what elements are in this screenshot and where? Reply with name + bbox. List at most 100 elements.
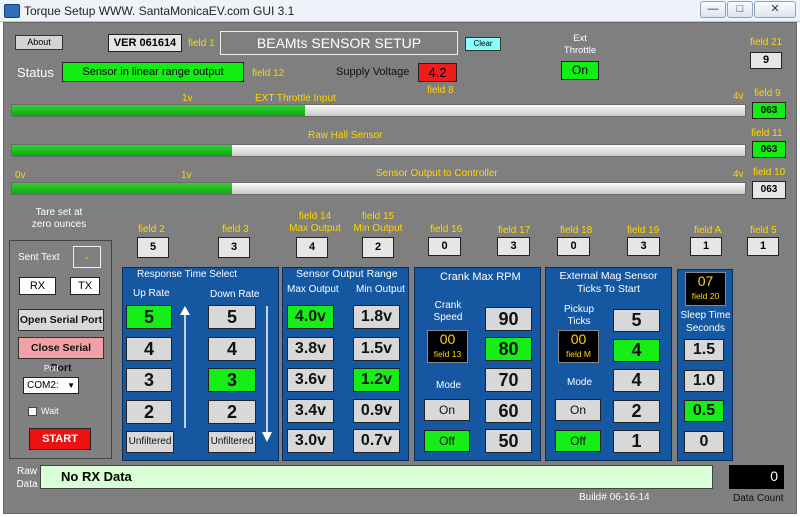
clear-button[interactable]: Clear [465, 37, 501, 51]
crank-speed-display: 00 field 13 [427, 330, 468, 363]
status-value: Sensor in linear range output [62, 62, 244, 82]
field3-value: 3 [218, 237, 250, 258]
crank-rpm-option[interactable]: 80 [485, 337, 532, 361]
max-output-option[interactable]: 4.0v [287, 305, 334, 329]
start-button[interactable]: START [29, 428, 91, 450]
raw-hall-bar-fill [12, 145, 232, 156]
field21-label: field 21 [750, 37, 783, 48]
min-output-label: Min Output [356, 284, 405, 295]
ext-throttle-toggle[interactable]: On [561, 61, 599, 80]
max-output-option[interactable]: 3.8v [287, 337, 334, 361]
down-rate-option[interactable]: 3 [208, 368, 256, 392]
fieldA-value: 1 [690, 237, 722, 256]
min-output-option[interactable]: 0.7v [353, 429, 400, 453]
sleep-time-option[interactable]: 1.0 [684, 370, 724, 392]
field19-value: 3 [627, 237, 660, 256]
tx-button[interactable]: TX [70, 277, 100, 295]
field18-value: 0 [557, 237, 590, 256]
ext-throttle-tick-1v: 1v [182, 93, 193, 104]
field3-label: field 3 [222, 224, 249, 235]
sleep-time-label: Sleep Time Seconds [680, 310, 731, 334]
crank-title: Crank Max RPM [440, 271, 521, 283]
crank-rpm-option[interactable]: 60 [485, 399, 532, 423]
crank-mode-off-button[interactable]: Off [424, 430, 470, 452]
open-serial-port-button[interactable]: Open Serial Port [18, 309, 104, 331]
down-rate-option[interactable]: 2 [208, 400, 256, 424]
sent-text-value: - [73, 246, 101, 268]
mag-mode-on-button[interactable]: On [555, 399, 601, 421]
supply-voltage-label: Supply Voltage [336, 66, 410, 78]
chevron-down-icon: ▼ [67, 381, 75, 390]
mag-ticks-option[interactable]: 1 [613, 430, 660, 453]
up-rate-option[interactable]: 2 [126, 400, 172, 424]
sleep-time-option[interactable]: 1.5 [684, 339, 724, 361]
crank-rpm-option[interactable]: 50 [485, 429, 532, 453]
minimize-button[interactable]: — [700, 1, 726, 18]
crank-rpm-option[interactable]: 90 [485, 307, 532, 331]
max-output-option[interactable]: 3.4v [287, 399, 334, 423]
sensor-output-tick-4v: 4v [733, 169, 744, 180]
up-rate-option[interactable]: 5 [126, 305, 172, 329]
version-box: VER 061614 [108, 34, 182, 52]
crank-rpm-option[interactable]: 70 [485, 368, 532, 392]
down-rate-option[interactable]: 5 [208, 305, 256, 329]
field15-value: 2 [362, 237, 394, 258]
mag-ticks-option[interactable]: 5 [613, 309, 660, 332]
field2-value: 5 [137, 237, 169, 258]
field16-label: field 16 [430, 224, 463, 235]
up-rate-option[interactable]: 4 [126, 337, 172, 361]
sensor-output-tick-1v: 1v [181, 170, 192, 181]
wait-checkbox[interactable] [28, 407, 37, 416]
min-output-option[interactable]: 1.5v [353, 337, 400, 361]
sleep-time-field: field 20 [691, 291, 720, 301]
pickup-ticks-field: field M [565, 349, 592, 359]
pickup-ticks-display: 00 field M [558, 330, 599, 363]
field19-label: field 19 [627, 225, 660, 236]
min-output-option[interactable]: 0.9v [353, 399, 400, 423]
page-title: BEAMts SENSOR SETUP [220, 31, 458, 55]
field17-value: 3 [497, 237, 530, 256]
close-serial-port-button[interactable]: Close Serial Port [18, 337, 104, 374]
tare-label: Tare set at zero ounces [31, 207, 87, 230]
pickup-ticks-value: 00 [570, 331, 587, 347]
up-rate-label: Up Rate [133, 288, 170, 299]
sleep-time-option[interactable]: 0.5 [684, 400, 724, 422]
down-unfiltered-button[interactable]: Unfiltered [208, 431, 256, 453]
max-output-option[interactable]: 3.0v [287, 429, 334, 453]
down-rate-option[interactable]: 4 [208, 337, 256, 361]
field14-value: 4 [296, 237, 328, 258]
mag-mode-off-button[interactable]: Off [555, 430, 601, 452]
sleep-time-value: 07 [697, 273, 714, 289]
field21-value: 9 [750, 52, 782, 69]
mag-ticks-option[interactable]: 2 [613, 400, 660, 423]
raw-hall-bar-title: Raw Hall Sensor [308, 130, 383, 141]
rx-button[interactable]: RX [19, 277, 56, 295]
port-select[interactable]: COM2: ▼ [23, 377, 79, 394]
window-title: Torque Setup WWW. SantaMonicaEV.com GUI … [24, 4, 295, 18]
field1-label: field 1 [188, 38, 215, 49]
ext-throttle-bar [11, 104, 746, 117]
raw-data-field: No RX Data [40, 465, 713, 489]
crank-mode-label: Mode [436, 380, 462, 391]
field14-label: field 14 Max Output [289, 211, 341, 234]
field2-label: field 2 [138, 224, 165, 235]
build-label: Build# 06-16-14 [579, 492, 650, 503]
max-output-option[interactable]: 3.6v [287, 368, 334, 392]
ext-throttle-label: Ext Throttle [563, 33, 597, 56]
ext-throttle-value: 063 [752, 102, 786, 119]
about-button[interactable]: About [15, 35, 63, 50]
up-rate-option[interactable]: 3 [126, 368, 172, 392]
up-unfiltered-button[interactable]: Unfiltered [126, 431, 174, 453]
field9-label: field 9 [754, 88, 781, 99]
maximize-button[interactable]: □ [727, 1, 753, 18]
raw-data-label: Raw Data [16, 466, 38, 490]
crank-mode-on-button[interactable]: On [424, 399, 470, 421]
mag-ticks-option[interactable]: 4 [613, 339, 660, 362]
sleep-time-option[interactable]: 0 [684, 431, 724, 453]
mag-ticks-option[interactable]: 4 [613, 369, 660, 392]
sent-text-label: Sent Text [18, 252, 60, 263]
data-count-value: 0 [729, 465, 784, 489]
min-output-option[interactable]: 1.8v [353, 305, 400, 329]
min-output-option[interactable]: 1.2v [353, 368, 400, 392]
close-window-button[interactable]: ✕ [754, 1, 796, 18]
